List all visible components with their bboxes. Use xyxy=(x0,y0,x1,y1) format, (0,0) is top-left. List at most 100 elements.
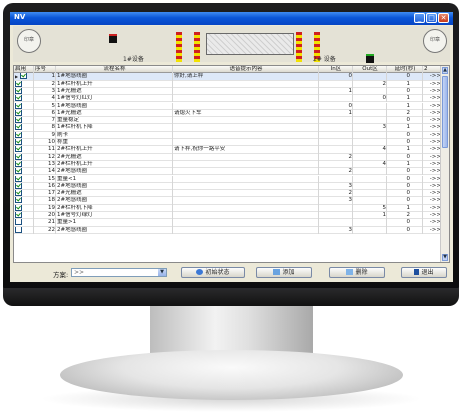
table-row[interactable]: 17 2#光栅遮 2 0 ->> xyxy=(14,190,442,198)
checkbox-icon[interactable] xyxy=(15,102,22,109)
row-enable-checkbox[interactable] xyxy=(14,139,34,147)
checkbox-icon[interactable] xyxy=(15,95,22,102)
device-1-label: 1#设备 xyxy=(123,56,144,63)
delete-button[interactable]: 删除 xyxy=(329,267,385,278)
checkbox-icon[interactable] xyxy=(15,212,22,218)
minimize-button[interactable]: _ xyxy=(414,13,425,23)
maximize-button[interactable]: □ xyxy=(426,13,437,23)
row-enable-checkbox[interactable] xyxy=(14,109,34,118)
row-enable-checkbox[interactable] xyxy=(14,226,34,234)
row-enable-checkbox[interactable] xyxy=(14,95,34,103)
add-button[interactable]: 添加 xyxy=(256,267,312,278)
table-row[interactable]: 15 重量<1 0 ->> xyxy=(14,175,442,183)
checkbox-icon[interactable] xyxy=(15,168,22,175)
col-in[interactable]: In区 xyxy=(319,66,353,74)
scheme-select[interactable]: >> ▼ xyxy=(71,268,167,277)
row-out xyxy=(353,226,387,234)
init-state-button[interactable]: 初始状态 xyxy=(181,267,245,278)
close-button[interactable]: ✕ xyxy=(438,13,449,23)
col-out[interactable]: Out区 xyxy=(353,66,387,74)
row-enable-checkbox[interactable] xyxy=(14,204,34,212)
table-row[interactable]: 16 2#地感线圈 3 0 ->> xyxy=(14,182,442,191)
row-seq: 7 xyxy=(34,117,56,125)
row-out xyxy=(353,87,387,96)
row-enable-checkbox[interactable]: ▶ xyxy=(14,73,34,81)
chevron-down-icon[interactable]: ▼ xyxy=(158,269,166,276)
checkbox-icon[interactable] xyxy=(15,109,22,116)
row-enable-checkbox[interactable] xyxy=(14,117,34,125)
table-scrollbar[interactable]: ▲ ▼ xyxy=(440,66,449,262)
table-row[interactable]: 5 1#地感线圈 0 1 ->> xyxy=(14,102,442,110)
checkbox-icon[interactable] xyxy=(15,204,22,211)
checkbox-icon[interactable] xyxy=(15,131,22,138)
row-process-name: 2#地感线圈 xyxy=(56,168,173,176)
checkbox-icon[interactable] xyxy=(15,153,22,160)
row-delay: 0 xyxy=(387,226,423,234)
col-voice[interactable]: 语音提示内容 xyxy=(173,66,319,74)
col-enable[interactable]: 启用 xyxy=(14,66,34,74)
row-seq: 10 xyxy=(34,139,56,147)
checkbox-icon[interactable] xyxy=(15,175,22,182)
row-enable-checkbox[interactable] xyxy=(14,190,34,198)
table-row[interactable]: 13 2#栏杆机上升 4 1 ->> xyxy=(14,160,442,169)
row-enable-checkbox[interactable] xyxy=(14,182,34,191)
row-enable-checkbox[interactable] xyxy=(14,160,34,169)
checkbox-icon[interactable] xyxy=(15,139,22,145)
row-enable-checkbox[interactable] xyxy=(14,87,34,96)
col-process[interactable]: 流程名称 xyxy=(56,66,173,74)
row-enable-checkbox[interactable] xyxy=(14,153,34,161)
add-icon xyxy=(273,268,281,275)
table-row[interactable]: 8 1#栏杆机下降 3 1 ->> xyxy=(14,124,442,132)
table-row[interactable]: 18 2#地感线圈 3 0 ->> xyxy=(14,197,442,205)
checkbox-icon[interactable] xyxy=(15,226,22,233)
checkbox-icon[interactable] xyxy=(15,160,22,167)
scroll-down-button[interactable]: ▼ xyxy=(442,254,448,261)
row-enable-checkbox[interactable] xyxy=(14,168,34,176)
checkbox-icon[interactable] xyxy=(15,197,22,204)
scroll-thumb[interactable] xyxy=(442,76,448,148)
row-voice-text xyxy=(173,175,319,183)
row-delay: 1 xyxy=(387,204,423,212)
checkbox-icon[interactable] xyxy=(20,73,28,80)
table-row[interactable]: 2 1#栏杆机上升 2 1 ->> xyxy=(14,80,442,88)
table-row[interactable]: 4 1#信号灯红灯 0 1 ->> xyxy=(14,95,442,103)
table-row[interactable]: 7 重量稳定 0 ->> xyxy=(14,117,442,125)
row-voice-text xyxy=(173,226,319,234)
checkbox-icon[interactable] xyxy=(15,80,22,87)
checkbox-icon[interactable] xyxy=(15,219,22,226)
checkbox-icon[interactable] xyxy=(15,146,22,153)
monitor-stand-base xyxy=(60,350,403,400)
table-row[interactable]: 22 2#地感线圈 3 0 ->> xyxy=(14,226,442,234)
row-enable-checkbox[interactable] xyxy=(14,124,34,132)
scroll-up-button[interactable]: ▲ xyxy=(442,67,448,74)
table-row[interactable]: 14 2#地感线圈 2 0 ->> xyxy=(14,168,442,176)
row-out xyxy=(353,109,387,118)
col-delay[interactable]: 延时(秒) xyxy=(387,66,423,74)
row-enable-checkbox[interactable] xyxy=(14,219,34,227)
table-row[interactable]: 6 1#光栅遮 请熄火下车 1 2 ->> xyxy=(14,109,442,118)
checkbox-icon[interactable] xyxy=(15,117,22,124)
row-enable-checkbox[interactable] xyxy=(14,212,34,220)
table-row[interactable]: 21 重量>1 0 ->> xyxy=(14,219,442,227)
delete-label: 删除 xyxy=(355,269,368,276)
table-row[interactable]: 10 称重 0 ->> xyxy=(14,139,442,147)
table-row[interactable]: 12 2#光栅遮 2 0 ->> xyxy=(14,153,442,161)
row-enable-checkbox[interactable] xyxy=(14,102,34,110)
row-enable-checkbox[interactable] xyxy=(14,146,34,154)
exit-button[interactable]: 退出 xyxy=(401,267,447,278)
row-enable-checkbox[interactable] xyxy=(14,197,34,205)
table-row[interactable]: 9 刷卡 0 ->> xyxy=(14,131,442,139)
table-row[interactable]: ▶ 1 1#地感线圈 你好,请上秤 0 0 ->> xyxy=(14,73,442,81)
checkbox-icon[interactable] xyxy=(15,124,22,131)
col-seq[interactable]: 序号 xyxy=(34,66,56,74)
checkbox-icon[interactable] xyxy=(15,87,22,94)
checkbox-icon[interactable] xyxy=(15,190,22,197)
row-enable-checkbox[interactable] xyxy=(14,131,34,139)
row-enable-checkbox[interactable] xyxy=(14,175,34,183)
table-row[interactable]: 19 2#栏杆机下降 5 1 ->> xyxy=(14,204,442,212)
table-row[interactable]: 3 1#光栅遮 1 0 ->> xyxy=(14,87,442,96)
table-row[interactable]: 11 2#栏杆机上升 请下秤,祝你一路平安 4 1 ->> xyxy=(14,146,442,154)
row-enable-checkbox[interactable] xyxy=(14,80,34,88)
table-row[interactable]: 20 1#信号灯绿灯 1 2 ->> xyxy=(14,212,442,220)
checkbox-icon[interactable] xyxy=(15,182,22,189)
